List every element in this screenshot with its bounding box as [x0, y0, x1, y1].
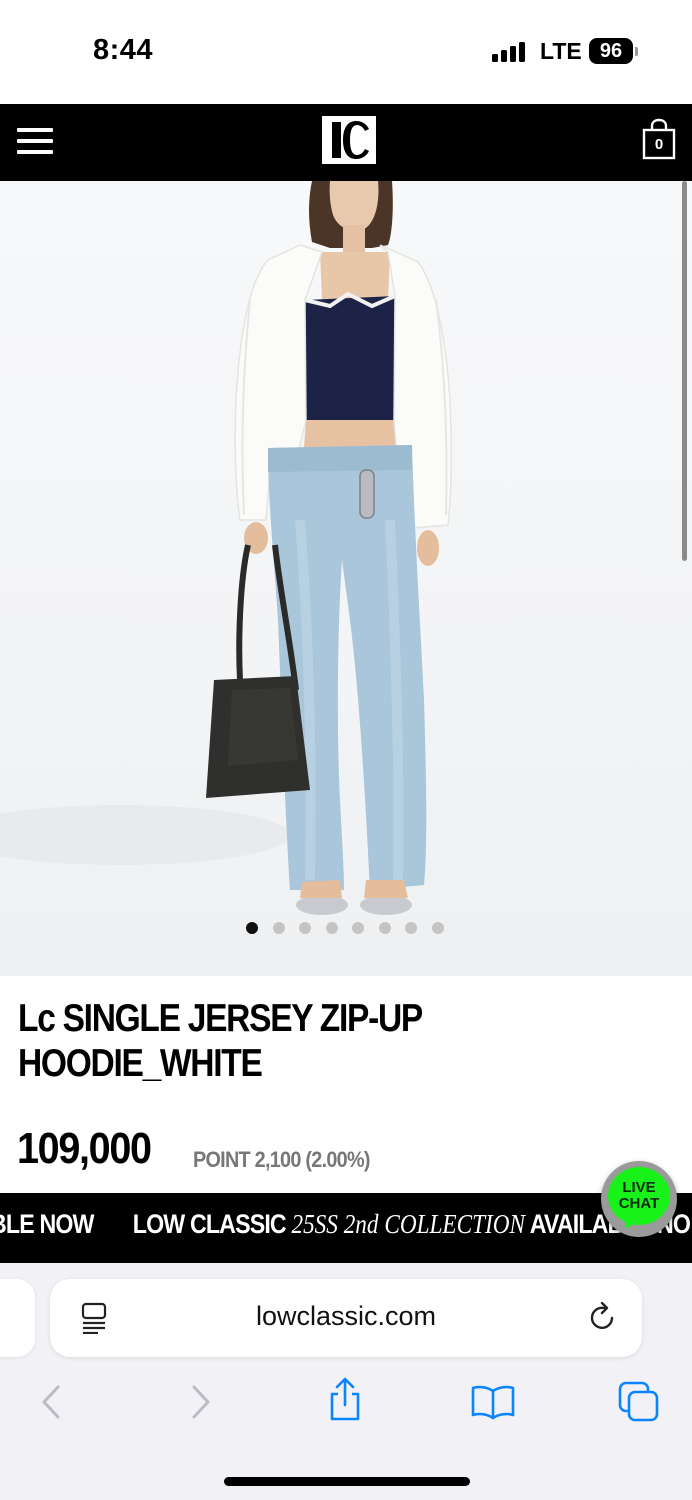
network-type: LTE [540, 38, 582, 64]
battery-icon: 96 [589, 38, 633, 64]
live-chat-button[interactable]: LIVE CHAT [601, 1161, 677, 1237]
gallery-dot[interactable] [378, 922, 391, 934]
gallery-dot[interactable] [325, 922, 338, 934]
reload-icon[interactable] [588, 1301, 618, 1332]
announcement-marquee[interactable]: BLE NOW LOW CLASSIC 25SS 2nd COLLECTION … [0, 1193, 692, 1263]
live-chat-bubble: LIVE CHAT [608, 1167, 670, 1225]
gallery-dot[interactable] [299, 922, 311, 934]
gallery-pagination [246, 922, 444, 936]
cart-bag-icon[interactable]: 0 [642, 118, 676, 160]
live-chat-line2: CHAT [618, 1195, 660, 1212]
hamburger-menu-icon[interactable] [17, 125, 53, 157]
signal-icon [492, 42, 528, 62]
gallery-dot[interactable] [405, 922, 417, 934]
marquee-track: BLE NOW LOW CLASSIC 25SS 2nd COLLECTION … [0, 1209, 691, 1240]
gallery-dot[interactable] [352, 922, 364, 934]
status-bar: 8:44 LTE 96 [0, 0, 692, 104]
battery-tip [635, 47, 638, 56]
home-indicator[interactable] [224, 1477, 470, 1486]
product-title-line2: HOODIE_WHITE [18, 1042, 263, 1085]
marquee-brand: LOW CLASSIC [132, 1209, 287, 1239]
product-price: 109,000 [17, 1124, 152, 1173]
product-points: POINT 2,100 (2.00%) [193, 1147, 370, 1172]
marquee-collection: 25SS 2nd COLLECTION [291, 1209, 526, 1239]
lc-logo-icon[interactable] [322, 116, 376, 164]
cart-count: 0 [654, 136, 664, 153]
product-title-line1: Lc SINGLE JERSEY ZIP-UP [18, 997, 423, 1040]
tabs-icon[interactable] [618, 1381, 660, 1423]
bookmarks-icon[interactable] [470, 1384, 516, 1420]
gallery-dot[interactable] [272, 922, 285, 934]
model-photo [0, 181, 453, 915]
page-scrollbar[interactable] [682, 181, 687, 561]
gallery-dot[interactable] [246, 922, 258, 934]
product-title: Lc SINGLE JERSEY ZIP-UP HOODIE_WHITE [18, 996, 534, 1086]
marquee-lead: BLE NOW [0, 1209, 94, 1239]
status-time: 8:44 [93, 34, 154, 66]
gallery-dot[interactable] [431, 922, 444, 934]
forward-icon[interactable] [188, 1384, 214, 1420]
back-icon[interactable] [38, 1384, 64, 1420]
live-chat-line1: LIVE [622, 1179, 656, 1196]
product-image[interactable] [0, 181, 692, 976]
share-icon[interactable] [327, 1376, 363, 1422]
